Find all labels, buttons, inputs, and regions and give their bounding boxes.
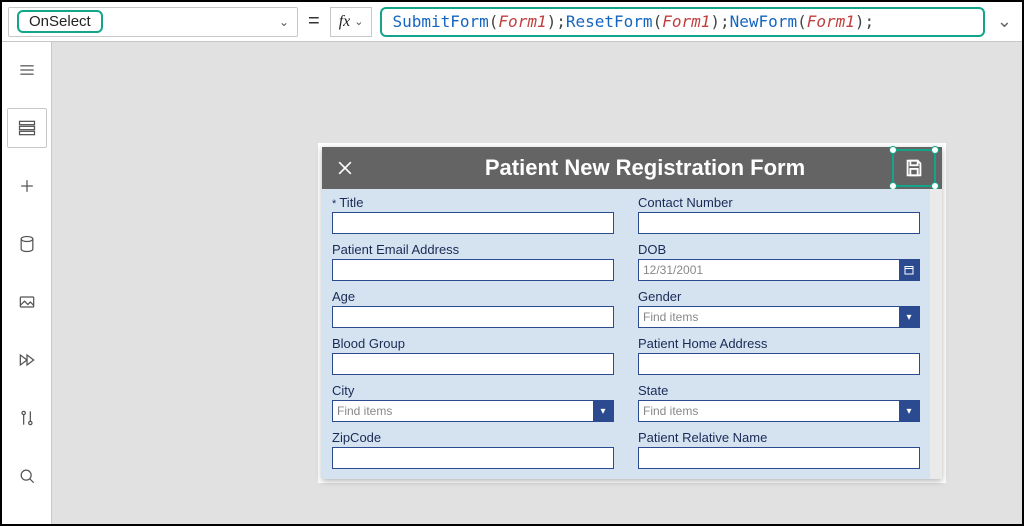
media-icon[interactable] <box>7 282 47 322</box>
field-label: Patient Home Address <box>638 336 920 351</box>
form-field: Gender Find items ▾ <box>638 289 920 328</box>
form-field: Age <box>332 289 614 328</box>
formula-token: ( <box>489 12 499 31</box>
field-label: Contact Number <box>638 195 920 210</box>
hamburger-icon[interactable] <box>7 50 47 90</box>
field-label: Blood Group <box>332 336 614 351</box>
formula-token: Form1 <box>498 12 546 31</box>
formula-token: NewForm <box>730 12 797 31</box>
field-label: Age <box>332 289 614 304</box>
formula-expand-icon[interactable]: ⌄ <box>993 11 1016 32</box>
search-icon[interactable] <box>7 456 47 496</box>
formula-token: ResetForm <box>566 12 653 31</box>
fx-label: fx <box>339 13 351 31</box>
placeholder: Find items <box>337 404 392 418</box>
formula-token: ); <box>710 12 729 31</box>
text-input[interactable] <box>638 353 920 375</box>
combo-input[interactable]: Find items ▾ <box>332 400 614 422</box>
field-label: DOB <box>638 242 920 257</box>
form-field: State Find items ▾ <box>638 383 920 422</box>
equals-sign: = <box>306 10 322 33</box>
text-input[interactable] <box>638 212 920 234</box>
form-body: Title Contact Number Patient Email Address… <box>322 189 942 479</box>
formula-token: ); <box>855 12 874 31</box>
screen-title: Patient New Registration Form <box>358 155 932 181</box>
form-field: DOB 12/31/2001 <box>638 242 920 281</box>
formula-token: Form1 <box>807 12 855 31</box>
field-label: State <box>638 383 920 398</box>
fx-button[interactable]: fx ⌄ <box>330 7 373 37</box>
formula-token: Form1 <box>662 12 710 31</box>
app-screen: Patient New Registration Form Title Conta… <box>322 147 942 479</box>
property-dropdown[interactable]: OnSelect ⌄ <box>8 7 298 37</box>
canvas[interactable]: Patient New Registration Form Title Conta… <box>52 42 1022 524</box>
formula-token: ( <box>653 12 663 31</box>
save-button[interactable] <box>892 149 936 187</box>
chevron-down-icon: ⌄ <box>354 15 363 28</box>
combo-input[interactable]: Find items ▾ <box>638 400 920 422</box>
text-input[interactable] <box>638 447 920 469</box>
text-input[interactable] <box>332 306 614 328</box>
tree-view-icon[interactable] <box>7 108 47 148</box>
date-value: 12/31/2001 <box>643 263 703 277</box>
field-label: ZipCode <box>332 430 614 445</box>
form-field: Contact Number <box>638 195 920 234</box>
chevron-down-icon: ⌄ <box>279 15 289 29</box>
insert-icon[interactable] <box>7 166 47 206</box>
calendar-icon <box>899 260 919 280</box>
text-input[interactable] <box>332 259 614 281</box>
close-icon[interactable] <box>332 155 358 181</box>
chevron-down-icon: ▾ <box>899 401 919 421</box>
formula-bar: OnSelect ⌄ = fx ⌄ SubmitForm(Form1); Res… <box>2 2 1022 42</box>
combo-input[interactable]: Find items ▾ <box>638 306 920 328</box>
chevron-down-icon: ▾ <box>593 401 613 421</box>
chevron-down-icon: ▾ <box>899 307 919 327</box>
field-label: Gender <box>638 289 920 304</box>
formula-input[interactable]: SubmitForm(Form1); ResetForm(Form1); New… <box>380 7 984 37</box>
field-label: Patient Relative Name <box>638 430 920 445</box>
field-label: Title <box>332 195 614 210</box>
data-icon[interactable] <box>7 224 47 264</box>
field-label: City <box>332 383 614 398</box>
property-name: OnSelect <box>17 10 103 33</box>
text-input[interactable] <box>332 212 614 234</box>
power-automate-icon[interactable] <box>7 340 47 380</box>
workspace: Patient New Registration Form Title Conta… <box>2 42 1022 524</box>
left-rail <box>2 42 52 524</box>
placeholder: Find items <box>643 404 698 418</box>
screen-header: Patient New Registration Form <box>322 147 942 189</box>
scrollbar-thumb[interactable] <box>932 193 940 253</box>
placeholder: Find items <box>643 310 698 324</box>
form-field: Patient Email Address <box>332 242 614 281</box>
form-field: Title <box>332 195 614 234</box>
text-input[interactable] <box>332 353 614 375</box>
date-input[interactable]: 12/31/2001 <box>638 259 920 281</box>
variables-icon[interactable] <box>7 398 47 438</box>
formula-token: SubmitForm <box>392 12 488 31</box>
formula-token: ( <box>797 12 807 31</box>
text-input[interactable] <box>332 447 614 469</box>
form-field: Patient Home Address <box>638 336 920 375</box>
form-field: City Find items ▾ <box>332 383 614 422</box>
formula-token: ); <box>547 12 566 31</box>
form-field: Blood Group <box>332 336 614 375</box>
field-label: Patient Email Address <box>332 242 614 257</box>
form-field: Patient Relative Name <box>638 430 920 469</box>
form-field: ZipCode <box>332 430 614 469</box>
